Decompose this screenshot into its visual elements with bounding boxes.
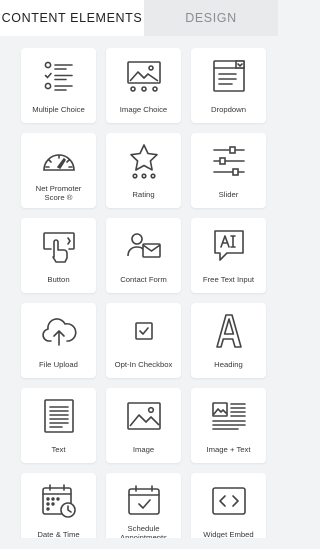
- star-rating-icon: [125, 142, 163, 180]
- element-rating[interactable]: Rating: [106, 133, 181, 208]
- gauge-icon: [40, 142, 78, 180]
- button-click-icon: [40, 227, 78, 265]
- element-image-choice[interactable]: Image Choice: [106, 48, 181, 123]
- element-label: Opt-In Checkbox: [114, 360, 173, 369]
- element-slider[interactable]: Slider: [191, 133, 266, 208]
- element-image[interactable]: Image: [106, 388, 181, 463]
- element-opt-in-checkbox[interactable]: Opt-In Checkbox: [106, 303, 181, 378]
- text-input-icon: [210, 227, 248, 265]
- element-multiple-choice[interactable]: Multiple Choice: [21, 48, 96, 123]
- element-date-time[interactable]: Date & Time: [21, 473, 96, 548]
- element-label: Dropdown: [210, 105, 247, 114]
- schedule-icon: [125, 482, 163, 520]
- tab-content-elements[interactable]: CONTENT ELEMENTS: [0, 0, 144, 36]
- element-widget-embed[interactable]: Widget Embed: [191, 473, 266, 548]
- element-label: Contact Form: [120, 275, 167, 284]
- contact-form-icon: [125, 227, 163, 265]
- checkbox-icon: [125, 312, 163, 350]
- element-schedule-appointments[interactable]: Schedule Appointments: [106, 473, 181, 548]
- element-label: Free Text Input: [202, 275, 255, 284]
- element-label: Slider: [218, 190, 239, 199]
- dropdown-icon: [210, 57, 248, 95]
- panel-bottom-edge: [0, 538, 278, 549]
- slider-icon: [210, 142, 248, 180]
- element-label: Image + Text: [206, 445, 251, 454]
- element-net-promoter-score[interactable]: Net Promoter Score ®: [21, 133, 96, 208]
- image-icon: [125, 397, 163, 435]
- element-dropdown[interactable]: Dropdown: [191, 48, 266, 123]
- element-label: Button: [47, 275, 70, 284]
- element-label: Text: [51, 445, 66, 454]
- element-text[interactable]: Text: [21, 388, 96, 463]
- heading-icon: [210, 312, 248, 350]
- element-free-text-input[interactable]: Free Text Input: [191, 218, 266, 293]
- element-label: Net Promoter Score ®: [35, 184, 82, 202]
- element-label: Multiple Choice: [32, 105, 85, 114]
- element-label: Rating: [132, 190, 155, 199]
- element-heading[interactable]: Heading: [191, 303, 266, 378]
- element-label: Image: [132, 445, 155, 454]
- elements-grid: Multiple Choice Image Choice Dropdown Ne…: [21, 48, 266, 548]
- image-choice-icon: [125, 57, 163, 95]
- element-label: Image Choice: [119, 105, 168, 114]
- calendar-icon: [40, 482, 78, 520]
- multiple-choice-icon: [40, 57, 78, 95]
- tab-design[interactable]: DESIGN: [144, 0, 278, 36]
- element-contact-form[interactable]: Contact Form: [106, 218, 181, 293]
- element-label: File Upload: [39, 360, 78, 369]
- text-block-icon: [40, 397, 78, 435]
- element-image-text[interactable]: Image + Text: [191, 388, 266, 463]
- image-text-icon: [210, 397, 248, 435]
- code-embed-icon: [210, 482, 248, 520]
- element-file-upload[interactable]: File Upload: [21, 303, 96, 378]
- tab-bar: CONTENT ELEMENTS DESIGN: [0, 0, 278, 36]
- element-label: Heading: [214, 360, 243, 369]
- element-button[interactable]: Button: [21, 218, 96, 293]
- cloud-upload-icon: [40, 312, 78, 350]
